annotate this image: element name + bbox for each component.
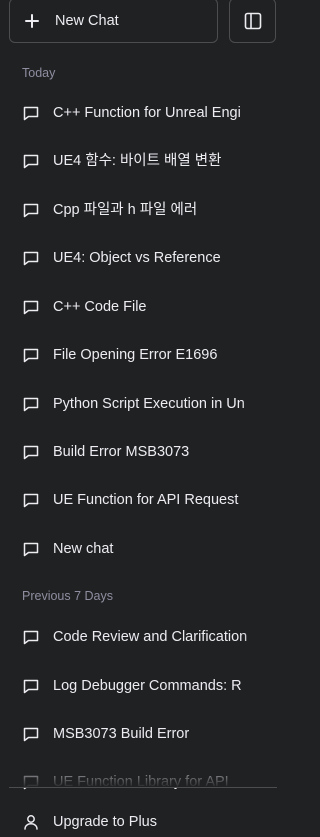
section-title-today: Today [22, 66, 56, 80]
chat-item[interactable]: Log Debugger Commands: R [9, 666, 271, 706]
message-icon [23, 397, 39, 412]
chat-item[interactable]: UE4: Object vs Reference [9, 238, 271, 278]
message-icon [23, 679, 39, 694]
chat-title: Build Error MSB3073 [53, 444, 190, 460]
chat-title: C++ Function for Unreal Engi [53, 105, 241, 121]
text-fade [241, 93, 271, 133]
chat-item[interactable]: C++ Code File [9, 287, 271, 327]
sidebar: New Chat Today C++ Function for Unreal E… [0, 0, 293, 837]
chat-title: Log Debugger Commands: R [53, 678, 242, 694]
new-chat-button[interactable]: New Chat [9, 0, 218, 43]
chat-title: MSB3073 Build Error [53, 726, 190, 742]
new-chat-label: New Chat [55, 12, 119, 29]
upgrade-label: Upgrade to Plus [53, 814, 157, 830]
toggle-sidebar-button[interactable] [229, 0, 276, 43]
message-icon [23, 300, 39, 315]
chat-item[interactable]: Build Error MSB3073 [9, 432, 271, 472]
message-icon [23, 445, 39, 460]
section-title-previous-7-days: Previous 7 Days [22, 589, 114, 603]
chat-title: UE4 함수: 바이트 배열 변환 [53, 153, 222, 169]
upgrade-to-plus-button[interactable]: Upgrade to Plus [9, 802, 271, 837]
chat-title: UE4: Object vs Reference [53, 250, 221, 266]
text-fade [241, 666, 271, 706]
chat-title: Python Script Execution in Un [53, 396, 245, 412]
message-icon [23, 727, 39, 742]
chat-item[interactable]: UE4 함수: 바이트 배열 변환 [9, 141, 271, 181]
chat-item[interactable]: Cpp 파일과 h 파일 에러 [9, 190, 271, 230]
message-icon [23, 154, 39, 169]
scroll-fade [0, 760, 293, 788]
chat-title: C++ Code File [53, 299, 147, 315]
chat-title: File Opening Error E1696 [53, 347, 218, 363]
chat-title: Code Review and Clarification [53, 629, 248, 645]
footer-divider [9, 787, 277, 788]
message-icon [23, 630, 39, 645]
message-icon [23, 493, 39, 508]
chat-item[interactable]: MSB3073 Build Error [9, 714, 271, 754]
chat-item[interactable]: C++ Function for Unreal Engi [9, 93, 271, 133]
message-icon [23, 106, 39, 121]
message-icon [23, 348, 39, 363]
chat-title: Cpp 파일과 h 파일 에러 [53, 202, 198, 218]
chat-item[interactable]: File Opening Error E1696 [9, 335, 271, 375]
text-fade [241, 617, 271, 657]
text-fade [241, 384, 271, 424]
message-icon [23, 251, 39, 266]
message-icon [23, 542, 39, 557]
chat-item[interactable]: Code Review and Clarification [9, 617, 271, 657]
chat-title: New chat [53, 541, 114, 557]
chat-title: UE Function for API Request [53, 492, 239, 508]
message-icon [23, 203, 39, 218]
user-icon [24, 815, 38, 830]
plus-icon [25, 13, 39, 28]
chat-item[interactable]: New chat [9, 529, 271, 569]
sidebar-toggle-icon [244, 12, 261, 29]
chat-item[interactable]: Python Script Execution in Un [9, 384, 271, 424]
chat-item[interactable]: UE Function for API Request [9, 480, 271, 520]
top-row: New Chat [9, 0, 281, 45]
